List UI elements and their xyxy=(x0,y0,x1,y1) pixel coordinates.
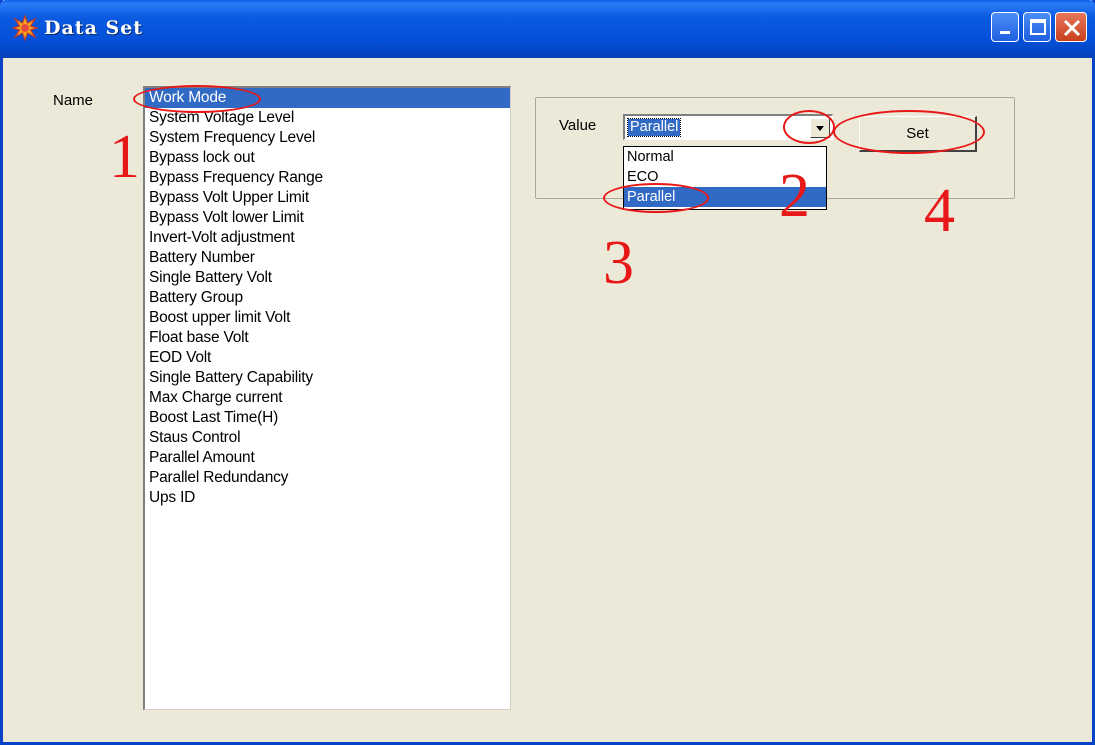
list-item[interactable]: Bypass lock out xyxy=(145,148,510,168)
set-button[interactable]: Set xyxy=(859,116,977,152)
list-item[interactable]: Single Battery Volt xyxy=(145,268,510,288)
combo-dropdown-button[interactable] xyxy=(810,118,830,138)
data-set-window: Data Set Name Work Mode System Voltage Le… xyxy=(0,0,1095,745)
list-item[interactable]: Invert-Volt adjustment xyxy=(145,228,510,248)
list-item[interactable]: Staus Control xyxy=(145,428,510,448)
title-bar[interactable]: Data Set xyxy=(0,0,1095,58)
value-label: Value xyxy=(559,117,597,134)
chevron-down-icon xyxy=(816,126,824,131)
list-item[interactable]: Ups ID xyxy=(145,488,510,508)
minimize-icon xyxy=(1000,31,1010,34)
minimize-button[interactable] xyxy=(991,12,1019,42)
list-item[interactable]: Battery Group xyxy=(145,288,510,308)
list-item[interactable]: System Voltage Level xyxy=(145,108,510,128)
maximize-button[interactable] xyxy=(1023,12,1051,42)
dropdown-option[interactable]: Parallel xyxy=(624,187,826,207)
close-button[interactable] xyxy=(1055,12,1087,42)
close-icon xyxy=(1063,19,1081,37)
annotation-number-3: 3 xyxy=(603,229,634,297)
list-item[interactable]: Parallel Redundancy xyxy=(145,468,510,488)
dropdown-option[interactable]: ECO xyxy=(624,167,826,187)
list-item[interactable]: Work Mode xyxy=(145,88,510,108)
name-label: Name xyxy=(53,92,94,109)
app-icon xyxy=(12,15,38,41)
name-listbox[interactable]: Work Mode System Voltage Level System Freq… xyxy=(143,86,511,710)
list-item[interactable]: Boost upper limit Volt xyxy=(145,308,510,328)
maximize-icon xyxy=(1030,19,1046,35)
list-item[interactable]: Bypass Volt lower Limit xyxy=(145,208,510,228)
list-item[interactable]: Battery Number xyxy=(145,248,510,268)
combo-dropdown-list[interactable]: Normal ECO Parallel xyxy=(623,146,827,210)
list-item[interactable]: Parallel Amount xyxy=(145,448,510,468)
window-title: Data Set xyxy=(44,17,144,39)
dropdown-option[interactable]: Normal xyxy=(624,147,826,167)
list-item[interactable]: Bypass Frequency Range xyxy=(145,168,510,188)
list-item[interactable]: Float base Volt xyxy=(145,328,510,348)
list-item[interactable]: Max Charge current xyxy=(145,388,510,408)
list-item[interactable]: System Frequency Level xyxy=(145,128,510,148)
list-item[interactable]: Single Battery Capability xyxy=(145,368,510,388)
value-combobox[interactable]: Parallel xyxy=(623,114,833,140)
list-item[interactable]: Boost Last Time(H) xyxy=(145,408,510,428)
combo-selected-value: Parallel xyxy=(626,118,682,137)
annotation-number-1: 1 xyxy=(109,123,140,191)
list-item[interactable]: EOD Volt xyxy=(145,348,510,368)
list-item[interactable]: Bypass Volt Upper Limit xyxy=(145,188,510,208)
